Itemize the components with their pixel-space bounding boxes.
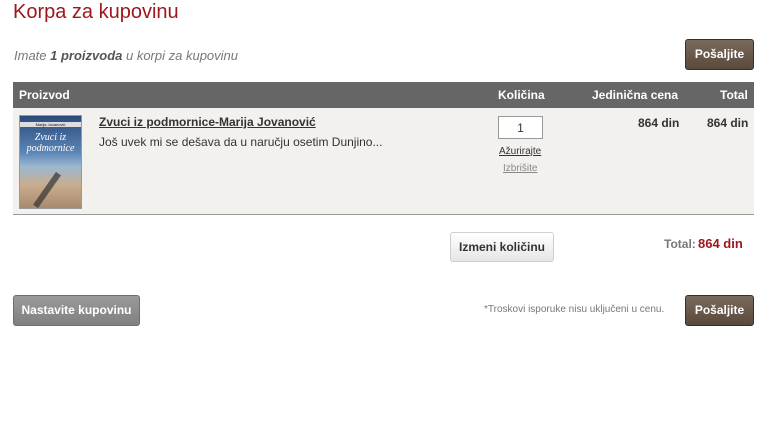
item-count: 1 proizvoda — [50, 48, 123, 63]
cart-table-header: Proizvod Količina Jedinična cena Total — [13, 82, 754, 108]
header-total: Total — [720, 88, 748, 102]
delete-link[interactable]: Izbrišite — [503, 163, 537, 174]
page-title: Korpa za kupovinu — [13, 1, 179, 23]
unit-price: 864 din — [638, 116, 680, 130]
update-quantity-button[interactable]: Izmeni količinu — [450, 232, 554, 262]
line-total: 864 din — [707, 116, 749, 130]
product-description: Još uvek mi se dešava da u naručju oseti… — [99, 135, 383, 149]
continue-shopping-button[interactable]: Nastavite kupovinu — [13, 295, 140, 326]
shipping-note: *Troskovi isporuke nisu uključeni u cenu… — [484, 304, 665, 315]
update-link[interactable]: Ažurirajte — [499, 146, 541, 157]
total-label: Total: — [664, 237, 696, 251]
cart-summary-text: Imate 1 proizvoda u korpi za kupovinu — [14, 48, 238, 63]
header-quantity: Količina — [498, 88, 545, 102]
total-value: 864 din — [698, 236, 743, 251]
send-button-bottom[interactable]: Pošaljite — [685, 295, 754, 326]
header-unit-price: Jedinična cena — [592, 88, 679, 102]
product-title-link[interactable]: Zvuci iz podmornice-Marija Jovanović — [99, 115, 316, 129]
send-button-top[interactable]: Pošaljite — [685, 39, 754, 70]
quantity-input[interactable] — [498, 116, 543, 139]
cart-item-row: Marija Jovanović Zvuci iz podmornice Zvu… — [13, 108, 754, 215]
header-product: Proizvod — [19, 88, 70, 102]
book-cover-image[interactable]: Marija Jovanović Zvuci iz podmornice — [19, 115, 82, 209]
